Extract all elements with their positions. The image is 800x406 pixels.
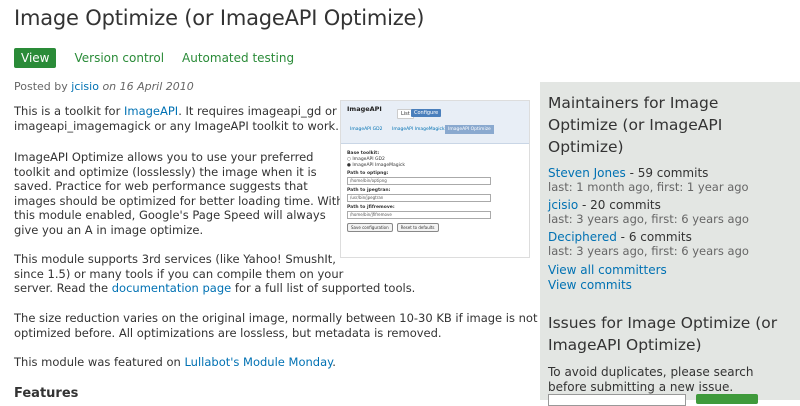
issues-text-line: To avoid duplicates, please search	[548, 365, 754, 379]
maintainer-link[interactable]: Deciphered	[548, 230, 617, 244]
screenshot-radio: ○ ImageAPI GD2	[347, 157, 385, 162]
featured-text-2: .	[332, 355, 336, 369]
screenshot-input: /home/bin/optipng	[347, 177, 491, 185]
maintainer-dates: last: 1 month ago, first: 1 year ago	[548, 180, 749, 194]
tab-version-control[interactable]: Version control	[74, 51, 164, 65]
screenshot-title: ImageAPI	[347, 105, 382, 113]
view-all-committers-link[interactable]: View all committers	[548, 263, 667, 277]
lullabot-link[interactable]: Lullabot's Module Monday	[184, 355, 332, 369]
screenshot-radio: ● ImageAPI ImageMagick	[347, 163, 405, 168]
maintainer-entry: Deciphered - 6 commits last: 3 years ago…	[548, 230, 749, 258]
sidebar: Maintainers for Image Optimize (or Image…	[540, 82, 800, 406]
description-paragraph: ImageAPI Optimize allows you to use your…	[14, 150, 344, 238]
posted-by: Posted by jcisio on 16 April 2010	[14, 80, 194, 93]
issues-heading-line: ImageAPI Optimize)	[548, 336, 702, 354]
screenshot-subtab: ImageAPI ImageMagick	[392, 127, 445, 132]
maintainer-commits: - 20 commits	[582, 198, 661, 212]
screenshot-label: Base toolkit:	[347, 151, 380, 156]
intro-paragraph: This is a toolkit for ImageAPI. It requi…	[14, 104, 339, 133]
screenshot-radio-label: ImageAPI ImageMagick	[352, 163, 405, 168]
maintainer-commits: - 6 commits	[620, 230, 692, 244]
screenshot-save-button: Save configuration	[347, 223, 393, 232]
imageapi-link[interactable]: ImageAPI	[124, 104, 178, 118]
issue-search-button[interactable]	[696, 394, 758, 404]
screenshot-subtab: ImageAPI GD2	[350, 127, 383, 132]
maintainer-link[interactable]: Steven Jones	[548, 166, 626, 180]
screenshot-label: Path to jpegtran:	[347, 188, 391, 193]
screenshot-label: Path to jfifremove:	[347, 205, 395, 210]
maintainers-heading-line: Optimize)	[548, 138, 624, 156]
services-line: since 1.5) or many tools if you can comp…	[14, 266, 344, 281]
maintainer-dates: last: 3 years ago, first: 6 years ago	[548, 244, 749, 258]
issues-heading-line: Issues for Image Optimize (or	[548, 314, 778, 332]
screenshot-label: Path to optipng:	[347, 171, 389, 176]
services-line: This module supports 3rd services (like …	[14, 252, 336, 266]
maintainers-heading-line: Maintainers for Image	[548, 94, 719, 112]
maintainer-dates: last: 3 years ago, first: 6 years ago	[548, 212, 749, 226]
screenshot-input: /usr/bin/jpegtran	[347, 194, 491, 202]
documentation-link[interactable]: documentation page	[112, 281, 231, 295]
view-commits-link[interactable]: View commits	[548, 278, 632, 292]
page-title: Image Optimize (or ImageAPI Optimize)	[14, 6, 425, 30]
screenshot-tab-configure: Configure	[411, 109, 442, 117]
posted-on: on	[102, 80, 117, 93]
screenshot-buttons: Save configuration Reset to defaults	[347, 223, 523, 232]
featured-text: This module was featured on	[14, 355, 181, 369]
desc-line: saved. Practice for web performance sugg…	[14, 179, 308, 194]
desc-line: toolkit and optimize (losslessly) the im…	[14, 164, 317, 179]
desc-line: ImageAPI Optimize allows you to use your…	[14, 150, 314, 164]
intro-text-2: . It requires imageapi_gd or	[178, 104, 337, 118]
screenshot-subtab-active: ImageAPI Optimize	[445, 125, 494, 134]
tab-view[interactable]: View	[14, 48, 57, 68]
featured-paragraph: This module was featured on Lullabot's M…	[14, 355, 336, 370]
maintainer-entry: jcisio - 20 commits last: 3 years ago, f…	[548, 198, 749, 226]
screenshot-body: Base toolkit: ○ ImageAPI GD2 ● ImageAPI …	[341, 144, 529, 236]
page-tabs: View Version control Automated testing	[14, 48, 312, 68]
desc-line: give you an A in image optimize.	[14, 222, 204, 237]
tab-automated-testing[interactable]: Automated testing	[182, 51, 294, 65]
services-line: for a full list of supported tools.	[234, 281, 416, 296]
intro-text: This is a toolkit for	[14, 104, 121, 118]
size-paragraph: The size reduction varies on the origina…	[14, 311, 537, 340]
features-heading: Features	[14, 386, 79, 401]
intro-text-3: imageapi_imagemagick or any ImageAPI too…	[14, 118, 339, 133]
author-link[interactable]: jcisio	[71, 80, 99, 93]
maintainer-entry: Steven Jones - 59 commits last: 1 month …	[548, 166, 749, 194]
issue-search-input[interactable]	[548, 394, 686, 406]
maintainer-commits: - 59 commits	[629, 166, 709, 180]
maintainer-link[interactable]: jcisio	[548, 198, 578, 212]
maintainers-heading-line: Optimize (or ImageAPI	[548, 116, 723, 134]
issues-text: To avoid duplicates, please search befor…	[548, 365, 753, 394]
issues-text-line: before submitting a new issue.	[548, 379, 734, 394]
desc-line: images should be optimized for better lo…	[14, 193, 344, 208]
screenshot-reset-button: Reset to defaults	[396, 223, 439, 232]
services-line: server. Read the	[14, 281, 109, 296]
screenshot-radio-label: ImageAPI GD2	[352, 157, 385, 162]
issues-heading: Issues for Image Optimize (or ImageAPI O…	[548, 312, 777, 356]
services-paragraph: This module supports 3rd services (like …	[14, 252, 415, 296]
module-screenshot: ImageAPI List Configure ImageAPI GD2 Ima…	[340, 100, 530, 258]
posted-prefix: Posted by	[14, 80, 68, 93]
size-line: The size reduction varies on the origina…	[14, 311, 538, 325]
screenshot-input: /home/bin/jfifremove	[347, 211, 491, 219]
screenshot-header: ImageAPI List Configure ImageAPI GD2 Ima…	[341, 101, 529, 144]
desc-line: this module enabled, Google's Page Speed…	[14, 208, 326, 223]
posted-date: 16 April 2010	[119, 80, 194, 93]
size-line: optimized before. All optimizations are …	[14, 325, 442, 340]
maintainers-heading: Maintainers for Image Optimize (or Image…	[548, 92, 722, 158]
